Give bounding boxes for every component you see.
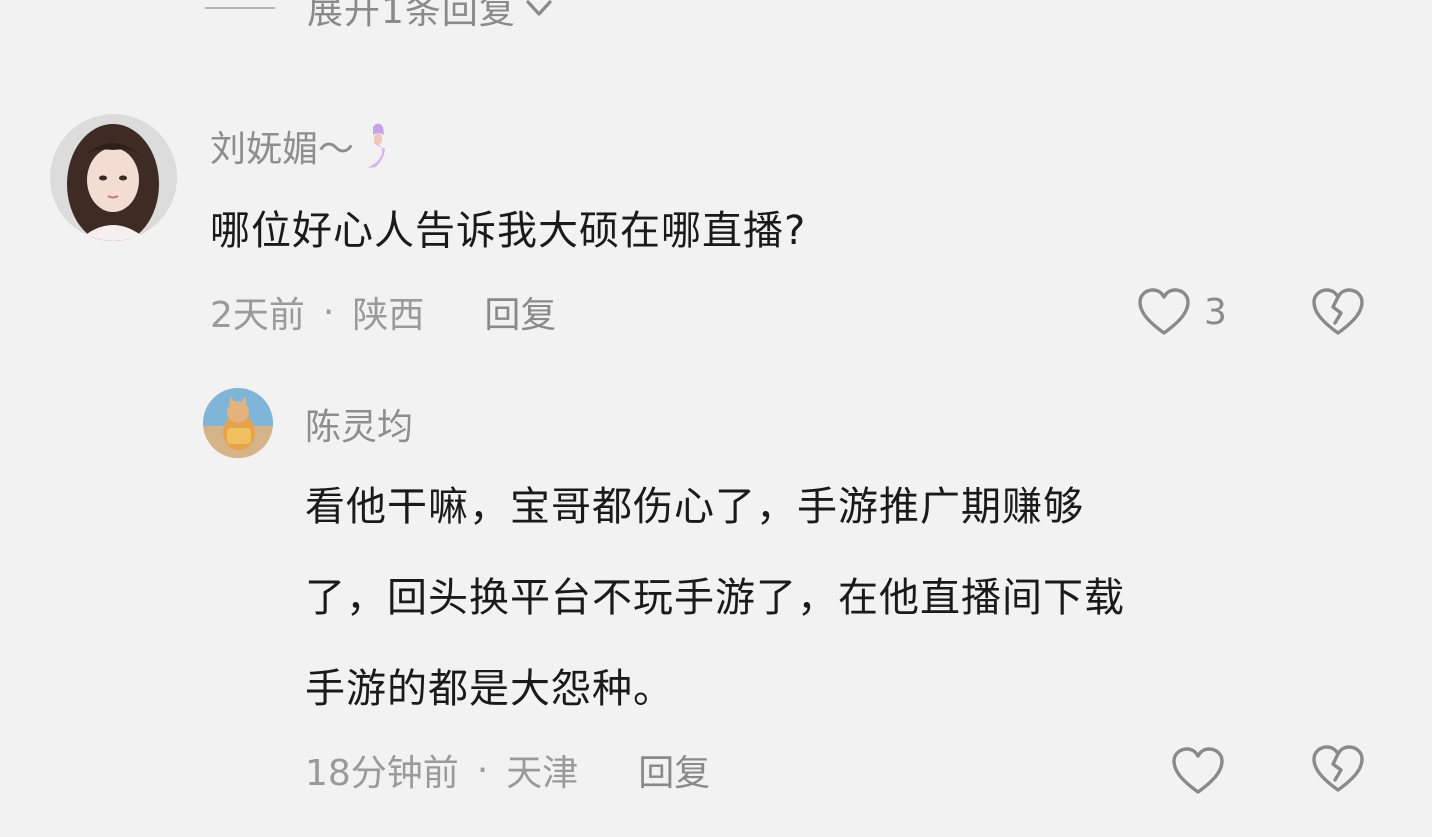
broken-heart-icon	[1310, 288, 1366, 341]
comment-location: 天津	[506, 753, 579, 794]
reply-button[interactable]: 回复	[484, 286, 556, 338]
comment-time: 18分钟前	[305, 753, 459, 794]
avatar[interactable]	[203, 388, 273, 458]
username-text: 刘妩媚～	[210, 129, 355, 170]
heart-icon	[1170, 746, 1226, 796]
comment-text: 看他干嘛，宝哥都伤心了，手游推广期赚够 了，回头换平台不玩手游了，在他直播间下载…	[305, 462, 1125, 735]
comment-text: 哪位好心人告诉我大硕在哪直播?	[210, 208, 807, 254]
comment-meta: 18分钟前 · 天津 回复	[305, 744, 710, 796]
dislike-button[interactable]	[1310, 287, 1366, 337]
comment-meta: 2天前 · 陕西 回复	[210, 286, 556, 338]
broken-heart-icon	[1310, 745, 1366, 798]
comment-location: 陕西	[352, 295, 425, 336]
comment-username[interactable]: 刘妩媚～	[210, 120, 392, 172]
dislike-button[interactable]	[1310, 744, 1366, 794]
mermaid-emoji-icon	[362, 121, 392, 171]
divider-line	[205, 7, 275, 9]
expand-replies-button[interactable]: 展开1条回复	[205, 0, 554, 38]
username-text: 陈灵均	[305, 407, 414, 448]
comment-time: 2天前	[210, 295, 305, 336]
avatar[interactable]	[50, 114, 177, 241]
heart-icon	[1136, 287, 1192, 337]
expand-replies-label: 展开1条回复	[307, 0, 516, 32]
like-button[interactable]	[1170, 744, 1226, 798]
like-button[interactable]: 3	[1136, 285, 1227, 339]
meta-separator: ·	[476, 749, 489, 791]
chevron-down-icon	[524, 0, 554, 23]
comment-username[interactable]: 陈灵均	[305, 398, 413, 450]
reply-button[interactable]: 回复	[638, 744, 710, 796]
comment-text-line: 手游的都是大怨种。	[305, 666, 674, 712]
comment-text-line: 了，回头换平台不玩手游了，在他直播间下载	[305, 575, 1125, 621]
comment-thread: 展开1条回复 刘妩媚～ 哪位好心人告诉我大硕在哪直播? 2天前 · 陕西 回复 …	[0, 0, 1432, 837]
meta-separator: ·	[322, 291, 335, 333]
comment-text-line: 看他干嘛，宝哥都伤心了，手游推广期赚够	[305, 484, 1084, 530]
like-count: 3	[1204, 291, 1227, 333]
